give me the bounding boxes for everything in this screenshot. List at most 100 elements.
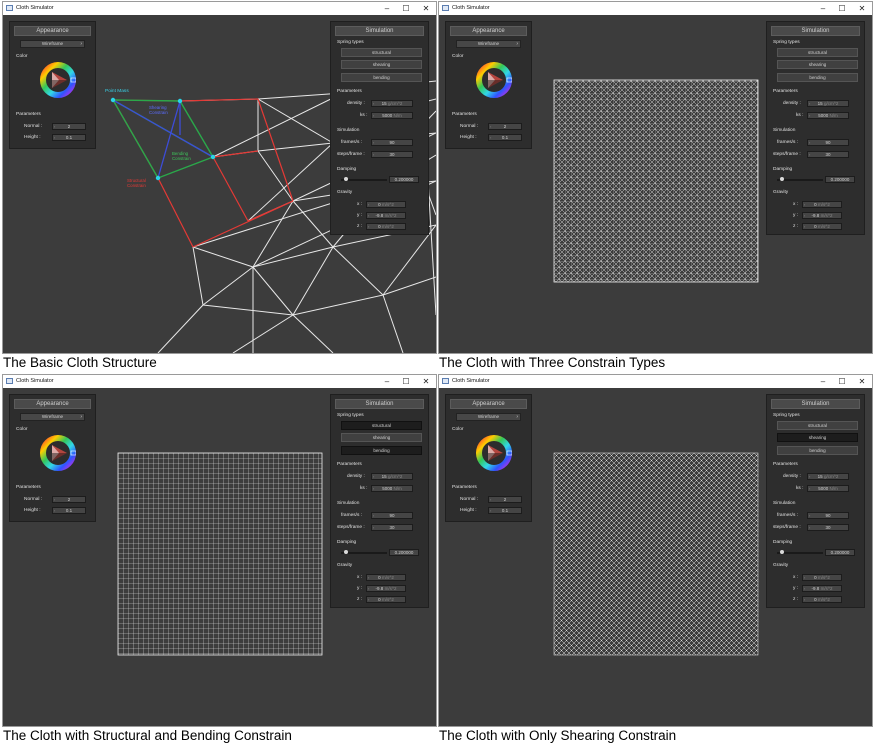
density-field[interactable]: ‹ 15 g/cm^2 [807, 473, 849, 480]
close-button[interactable]: ✕ [416, 375, 436, 388]
damping-slider[interactable] [777, 179, 823, 181]
damping-slider-knob[interactable] [779, 177, 784, 181]
height-label: Height : [24, 135, 41, 140]
damping-value[interactable]: 0.200000 [389, 549, 419, 556]
render-viewport[interactable]: Appearance Wireframe › Color Parameters N… [3, 388, 436, 726]
steps-field[interactable]: ‹ 30 [371, 151, 413, 158]
ks-label: ks : [360, 486, 368, 491]
density-field[interactable]: ‹ 15 g/cm^2 [371, 100, 413, 107]
normal-field[interactable]: ‹ 2 [488, 496, 522, 503]
bending-toggle[interactable]: bending [777, 73, 858, 82]
ks-field[interactable]: ‹ 5000 N/m [371, 485, 413, 492]
height-field[interactable]: ‹ 0.1 [488, 507, 522, 514]
structural-toggle[interactable]: structural [341, 48, 422, 57]
structural-toggle[interactable]: structural [777, 421, 858, 430]
shearing-toggle[interactable]: shearing [777, 60, 858, 69]
parameters-label: Parameters [452, 112, 477, 117]
ks-field[interactable]: ‹ 5000 N/m [807, 112, 849, 119]
bending-toggle[interactable]: bending [341, 446, 422, 455]
shearing-toggle[interactable]: shearing [341, 433, 422, 442]
color-label: Color [452, 54, 464, 59]
density-field[interactable]: ‹ 15 g/cm^2 [807, 100, 849, 107]
shader-select[interactable]: Wireframe › [456, 40, 521, 48]
frames-field[interactable]: ‹ 90 [371, 512, 413, 519]
frames-field[interactable]: ‹ 90 [371, 139, 413, 146]
minimize-button[interactable]: – [813, 2, 833, 15]
bending-toggle[interactable]: bending [341, 73, 422, 82]
damping-value[interactable]: 0.200000 [389, 176, 419, 183]
gravity-x-field[interactable]: ‹ 0 m/s^2 [366, 201, 406, 208]
height-field[interactable]: ‹ 0.1 [488, 134, 522, 141]
structural-toggle[interactable]: structural [341, 421, 422, 430]
spring-types-label: Spring types [337, 413, 364, 418]
gravity-y-field[interactable]: ‹ -9.8 m/s^2 [802, 212, 842, 219]
maximize-button[interactable]: ☐ [396, 2, 416, 15]
shader-select[interactable]: Wireframe › [20, 413, 85, 421]
damping-value[interactable]: 0.200000 [825, 176, 855, 183]
density-label: density : [347, 101, 365, 106]
ks-field[interactable]: ‹ 5000 N/m [371, 112, 413, 119]
height-field[interactable]: ‹ 0.1 [52, 134, 86, 141]
close-button[interactable]: ✕ [852, 375, 872, 388]
parameters-label: Parameters [16, 485, 41, 490]
title-bar: Cloth Simulator – ☐ ✕ [439, 2, 872, 15]
damping-slider-knob[interactable] [343, 177, 348, 181]
gravity-y-field[interactable]: ‹ -9.8 m/s^2 [802, 585, 842, 592]
color-label: Color [16, 427, 28, 432]
gravity-label: Gravity [773, 190, 789, 195]
render-viewport[interactable]: Appearance Wireframe › Color Parameters N… [439, 388, 872, 726]
gravity-y-field[interactable]: ‹ -9.8 m/s^2 [366, 585, 406, 592]
normal-field[interactable]: ‹ 2 [488, 123, 522, 130]
normal-field[interactable]: ‹ 2 [52, 123, 86, 130]
gravity-x-field[interactable]: ‹ 0 m/s^2 [802, 574, 842, 581]
damping-slider[interactable] [341, 179, 387, 181]
steps-field[interactable]: ‹ 30 [807, 524, 849, 531]
minimize-button[interactable]: – [377, 2, 397, 15]
shader-select[interactable]: Wireframe › [456, 413, 521, 421]
gravity-x-field[interactable]: ‹ 0 m/s^2 [802, 201, 842, 208]
damping-label: Damping [773, 540, 793, 545]
app-icon [442, 5, 449, 11]
maximize-button[interactable]: ☐ [396, 375, 416, 388]
gravity-y-field[interactable]: ‹ -9.8 m/s^2 [366, 212, 406, 219]
gravity-x-field[interactable]: ‹ 0 m/s^2 [366, 574, 406, 581]
damping-slider[interactable] [341, 552, 387, 554]
normal-field[interactable]: ‹ 2 [52, 496, 86, 503]
gravity-z-field[interactable]: ‹ 0 m/s^2 [802, 223, 842, 230]
chevron-down-icon: › [516, 41, 518, 47]
damping-slider[interactable] [777, 552, 823, 554]
maximize-button[interactable]: ☐ [832, 375, 852, 388]
shearing-toggle[interactable]: shearing [777, 433, 858, 442]
ks-field[interactable]: ‹ 5000 N/m [807, 485, 849, 492]
shearing-toggle[interactable]: shearing [341, 60, 422, 69]
close-button[interactable]: ✕ [416, 2, 436, 15]
frames-field[interactable]: ‹ 90 [807, 512, 849, 519]
minimize-button[interactable]: – [813, 375, 833, 388]
steps-field[interactable]: ‹ 30 [371, 524, 413, 531]
title-bar: Cloth Simulator – ☐ ✕ [3, 375, 436, 388]
simulation-header: Simulation [771, 26, 860, 36]
height-field[interactable]: ‹ 0.1 [52, 507, 86, 514]
height-label: Height : [460, 135, 477, 140]
appearance-panel: Appearance Wireframe › Color Parameters N… [9, 394, 96, 522]
close-button[interactable]: ✕ [852, 2, 872, 15]
gravity-z-field[interactable]: ‹ 0 m/s^2 [802, 596, 842, 603]
gravity-z-field[interactable]: ‹ 0 m/s^2 [366, 223, 406, 230]
simulation-section-label: Simulation [337, 501, 360, 506]
frames-field[interactable]: ‹ 90 [807, 139, 849, 146]
render-viewport[interactable]: Appearance Wireframe › Color Parameters N… [439, 15, 872, 353]
structural-toggle[interactable]: structural [777, 48, 858, 57]
bending-toggle[interactable]: bending [777, 446, 858, 455]
steps-field[interactable]: ‹ 30 [807, 151, 849, 158]
render-viewport[interactable]: Point Mass Shearing Constrain Bending Co… [3, 15, 436, 353]
gravity-z-field[interactable]: ‹ 0 m/s^2 [366, 596, 406, 603]
frames-label: frames/s : [777, 140, 799, 145]
minimize-button[interactable]: – [377, 375, 397, 388]
shader-select[interactable]: Wireframe › [20, 40, 85, 48]
damping-slider-knob[interactable] [779, 550, 784, 554]
spring-types-label: Spring types [337, 40, 364, 45]
density-field[interactable]: ‹ 15 g/cm^2 [371, 473, 413, 480]
damping-value[interactable]: 0.200000 [825, 549, 855, 556]
maximize-button[interactable]: ☐ [832, 2, 852, 15]
damping-slider-knob[interactable] [343, 550, 348, 554]
